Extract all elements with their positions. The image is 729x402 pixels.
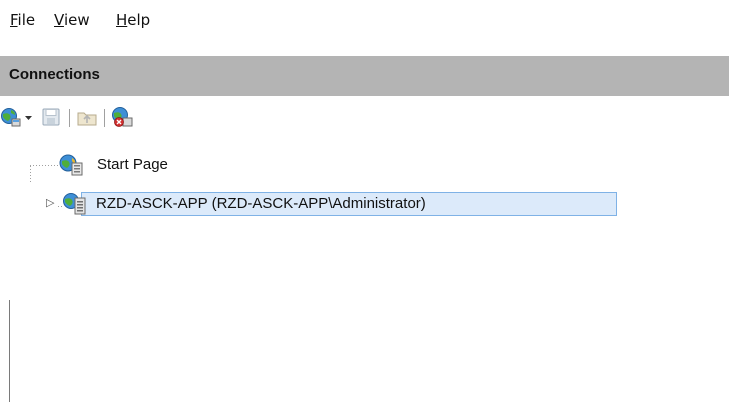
menu-help[interactable]: Help (116, 11, 150, 29)
menu-help-label: elp (127, 11, 151, 29)
up-level-icon[interactable] (76, 106, 98, 128)
expand-arrow-icon[interactable]: ▷ (46, 196, 54, 209)
panel-left-border (9, 300, 10, 402)
toolbar-separator (104, 109, 105, 127)
tree-item-server[interactable]: ▷ RZD-ASCK-APP (RZD-ASCK-APP\Administrat… (0, 192, 729, 216)
globe-connect-icon[interactable] (0, 106, 22, 128)
menu-view-label: iew (63, 11, 90, 29)
connections-toolbar (0, 98, 729, 134)
menu-help-mnemonic: H (116, 11, 128, 29)
menu-file-mnemonic: F (10, 11, 18, 29)
menu-file[interactable]: File (10, 11, 35, 29)
menu-file-label: ile (17, 11, 36, 29)
menu-view[interactable]: View (54, 11, 90, 29)
menu-bar: File View Help (0, 0, 729, 44)
toolbar-separator (69, 109, 70, 127)
disconnect-icon[interactable] (110, 106, 134, 128)
menu-view-mnemonic: V (54, 11, 64, 29)
connections-tree: Start Page ▷ RZD-ASCK-APP (RZD-ASCK-APP\… (0, 140, 729, 402)
dropdown-arrow-icon[interactable] (24, 106, 34, 128)
server-icon (62, 192, 88, 216)
tree-item-label: Start Page (97, 156, 168, 173)
tree-item-start-page[interactable]: Start Page (0, 154, 729, 178)
connections-panel-header: Connections (0, 56, 729, 96)
save-icon[interactable] (40, 106, 62, 128)
connections-title: Connections (9, 66, 100, 83)
tree-item-label: RZD-ASCK-APP (RZD-ASCK-APP\Administrator… (96, 195, 426, 212)
start-page-icon (58, 153, 84, 177)
